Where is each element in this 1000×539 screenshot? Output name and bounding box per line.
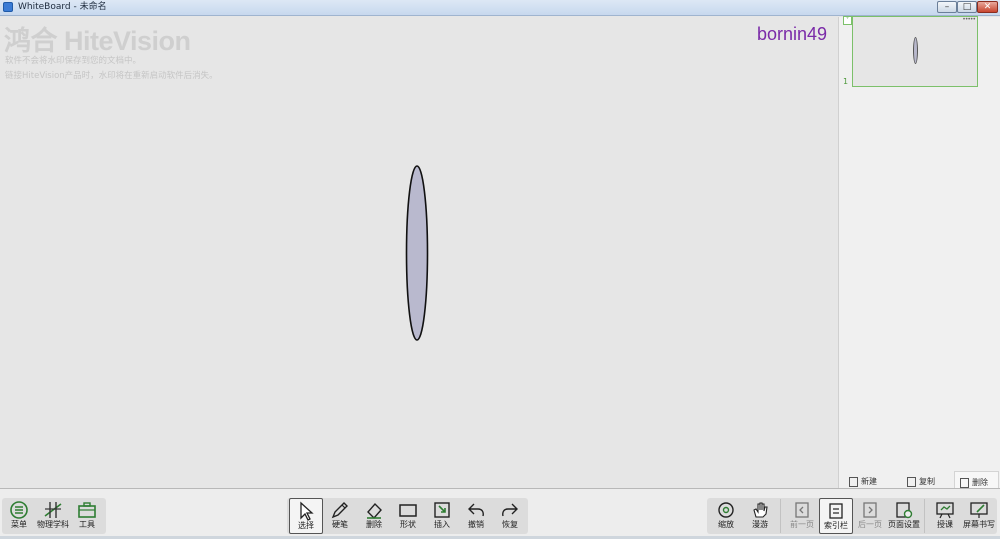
redo-button[interactable]: 恢复 xyxy=(493,498,527,534)
watermark-logo: 鸿合 HiteVision xyxy=(4,26,191,56)
prev-page-icon xyxy=(795,502,809,518)
select-label: 选择 xyxy=(298,521,314,530)
index-bar-label: 索引栏 xyxy=(824,521,848,530)
page-thumbnail[interactable]: ••••• xyxy=(852,16,978,87)
eraser-icon xyxy=(367,502,382,520)
page-settings-label: 页面设置 xyxy=(888,520,920,529)
next-page-label: 后一页 xyxy=(858,520,882,529)
undo-label: 撤销 xyxy=(468,520,484,529)
whiteboard-canvas[interactable]: 鸿合 HiteVision 软件不会将水印保存到您的文档中。 链接HiteVis… xyxy=(0,17,837,488)
next-page-icon xyxy=(863,502,877,518)
prev-page-label: 前一页 xyxy=(790,520,814,529)
teach-icon xyxy=(936,502,954,519)
physics-subject-button[interactable]: 物理学科 xyxy=(36,498,70,534)
insert-tool[interactable]: 插入 xyxy=(425,498,459,534)
page-settings-button[interactable]: 页面设置 xyxy=(887,498,921,534)
menu-button[interactable]: 菜单 xyxy=(2,498,36,534)
screen-write-label: 屏幕书写 xyxy=(963,520,995,529)
title-bar: WhiteBoard - 未命名 – □ ✕ xyxy=(0,0,1000,16)
app-icon xyxy=(3,2,13,12)
screen-write-button[interactable]: 屏幕书写 xyxy=(962,498,996,534)
screen-write-icon xyxy=(970,502,988,518)
bottom-toolbar: 菜单 物理学科 工具 选择 硬笔 删除 形状 插入 撤销 恢复 缩放 漫游 前一… xyxy=(0,488,1000,539)
cursor-icon xyxy=(300,501,314,521)
page-number: 1 xyxy=(843,77,849,86)
ellipse-shape[interactable] xyxy=(400,162,436,348)
minimize-button[interactable]: – xyxy=(937,1,957,13)
pen-tool[interactable]: 硬笔 xyxy=(323,498,357,534)
select-tool[interactable]: 选择 xyxy=(289,498,323,534)
index-icon xyxy=(829,503,843,519)
copy-page-label: 复制 xyxy=(919,477,935,486)
insert-icon xyxy=(434,502,450,518)
zoom-tool[interactable]: 缩放 xyxy=(709,498,743,534)
redo-label: 恢复 xyxy=(502,520,518,529)
undo-icon xyxy=(468,503,484,517)
redo-icon xyxy=(502,503,518,517)
shape-label: 形状 xyxy=(400,520,416,529)
roam-tool[interactable]: 漫游 xyxy=(743,498,777,534)
teach-button[interactable]: 授课 xyxy=(928,498,962,534)
page-settings-icon xyxy=(896,502,913,519)
toolbox-icon xyxy=(78,502,96,518)
delete-page-label: 删除 xyxy=(972,478,988,487)
new-page-icon xyxy=(849,476,858,487)
maximize-button[interactable]: □ xyxy=(957,1,977,13)
next-page-button[interactable]: 后一页 xyxy=(853,498,887,534)
erase-label: 删除 xyxy=(366,520,382,529)
watermark-text-1: 软件不会将水印保存到您的文档中。 xyxy=(5,56,142,66)
zoom-icon xyxy=(718,502,734,518)
shape-tool[interactable]: 形状 xyxy=(391,498,425,534)
close-button[interactable]: ✕ xyxy=(977,1,998,13)
menu-icon xyxy=(10,501,28,519)
roam-label: 漫游 xyxy=(752,520,768,529)
thumbnail-ellipse xyxy=(913,37,918,64)
copy-page-icon xyxy=(907,476,916,487)
username-label: bornin49 xyxy=(757,24,828,44)
insert-label: 插入 xyxy=(434,520,450,529)
pen-label: 硬笔 xyxy=(332,520,348,529)
pen-icon xyxy=(331,502,348,519)
physics-icon xyxy=(44,502,62,518)
tools-button[interactable]: 工具 xyxy=(70,498,104,534)
toolbar-divider xyxy=(780,499,781,533)
erase-tool[interactable]: 删除 xyxy=(357,498,391,534)
menu-label: 菜单 xyxy=(11,520,27,529)
watermark-text-2: 链接HiteVision产品时，水印将在重新启动软件后消失。 xyxy=(5,71,218,81)
thumbnail-menu-icon[interactable]: ••••• xyxy=(962,17,976,23)
tools-label: 工具 xyxy=(79,520,95,529)
page-index-panel: ˅ ••••• 1 新建 复制 删除 xyxy=(838,16,1000,493)
index-bar-button[interactable]: 索引栏 xyxy=(819,498,853,534)
physics-label: 物理学科 xyxy=(37,520,69,529)
window-title: WhiteBoard - 未命名 xyxy=(18,2,107,12)
zoom-label: 缩放 xyxy=(718,520,734,529)
trash-icon xyxy=(960,477,969,488)
collapse-icon[interactable]: ˅ xyxy=(843,16,852,25)
undo-button[interactable]: 撤销 xyxy=(459,498,493,534)
hand-icon xyxy=(753,502,768,518)
rectangle-icon xyxy=(399,504,417,517)
new-page-label: 新建 xyxy=(861,477,877,486)
teach-label: 授课 xyxy=(937,520,953,529)
toolbar-divider xyxy=(924,499,925,533)
prev-page-button[interactable]: 前一页 xyxy=(785,498,819,534)
